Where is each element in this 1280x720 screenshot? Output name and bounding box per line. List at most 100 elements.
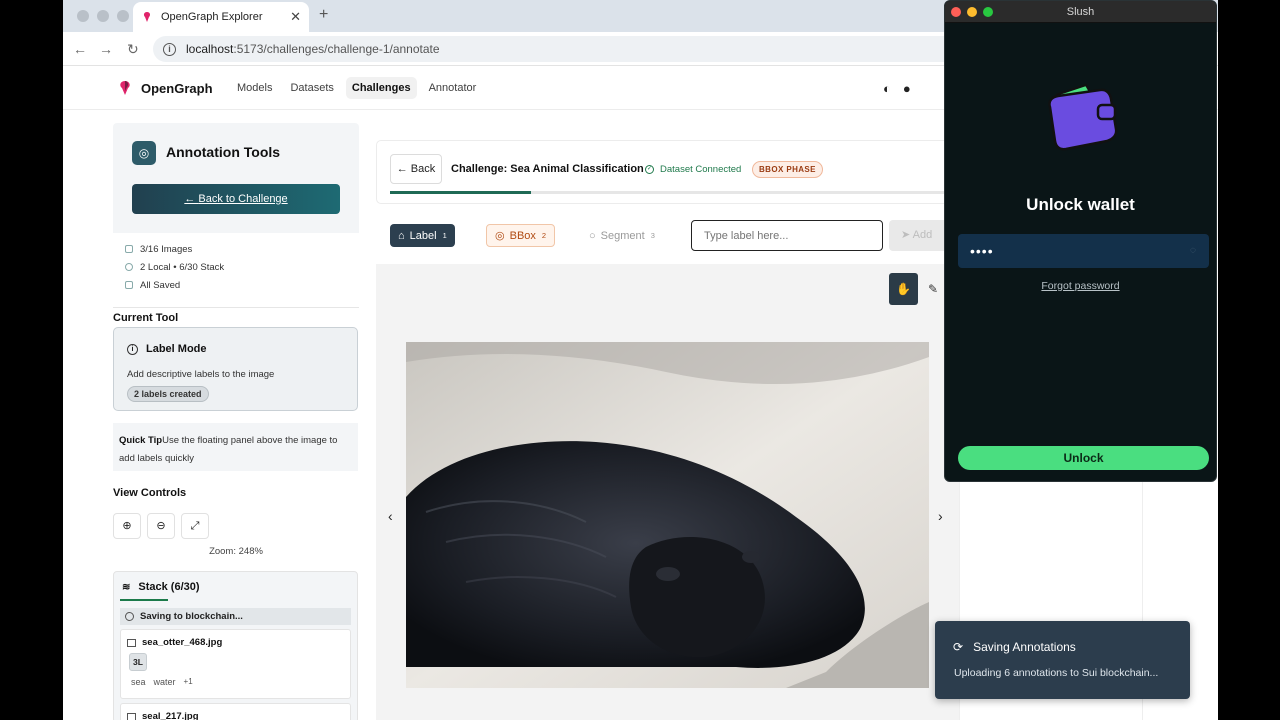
forward-arrow-icon[interactable]: → — [99, 41, 113, 57]
shortcut-number: 3 — [650, 231, 655, 240]
fit-screen-button[interactable]: ⤢ — [181, 513, 209, 539]
main-nav: Models Datasets Challenges Annotator — [231, 77, 488, 99]
back-button[interactable]: ← Back — [390, 154, 442, 184]
stack-title: ≋ Stack (6/30) — [122, 581, 200, 593]
toast-title: ⟳ Saving Annotations — [953, 640, 1076, 654]
layers-icon — [125, 263, 133, 271]
current-tool-heading: Current Tool — [113, 312, 179, 324]
password-field[interactable]: •••• ◌ — [958, 234, 1209, 268]
seal-photo[interactable] — [406, 342, 929, 688]
refresh-icon: ⟳ — [953, 640, 964, 654]
github-icon[interactable]: ● — [903, 81, 911, 96]
mode-title: i Label Mode — [127, 343, 207, 355]
stat-images-text: 3/16 Images — [140, 243, 193, 255]
toast-title-text: Saving Annotations — [973, 640, 1076, 654]
saving-toast: ⟳ Saving Annotations Uploading 6 annotati… — [935, 621, 1190, 699]
bbox-mode-button[interactable]: ◎ BBox 2 — [486, 224, 556, 247]
zoom-out-button[interactable]: ⊖ — [147, 513, 175, 539]
info-icon: i — [127, 343, 138, 355]
quick-tip: Quick TipUse the floating panel above th… — [113, 423, 358, 471]
label-mode-card: i Label Mode Add descriptive labels to th… — [113, 327, 358, 411]
nav-models[interactable]: Models — [231, 77, 278, 99]
more-tags: +1 — [183, 677, 193, 686]
sidebar-title: Annotation Tools — [166, 144, 281, 160]
stack-item[interactable]: sea_otter_468.jpg 3L sea water +1 — [120, 629, 351, 699]
tag: water — [153, 677, 176, 687]
browser-tab[interactable]: OpenGraph Explorer ✕ — [133, 2, 309, 32]
theme-toggle-icon[interactable]: ◐ — [883, 81, 891, 96]
label-mode-text: Label — [409, 229, 437, 242]
close-window-button[interactable] — [77, 10, 89, 22]
saving-status-text: Saving to blockchain... — [140, 611, 243, 622]
zoom-level: Zoom: 248% — [209, 546, 263, 557]
previous-image-icon[interactable]: ‹ — [388, 508, 393, 524]
challenge-title: Challenge: Sea Animal Classification — [451, 163, 644, 175]
header-actions: ◐ ● — [883, 81, 923, 96]
stat-stack: 2 Local • 6/30 Stack — [113, 258, 359, 276]
view-controls-heading: View Controls — [113, 487, 187, 499]
label-count-badge: 3L — [129, 653, 147, 671]
forgot-password-link[interactable]: Forgot password — [945, 280, 1216, 292]
stack-item[interactable]: seal_217.jpg — [120, 703, 351, 720]
back-to-challenge-label: Back to Challenge — [198, 193, 288, 205]
nav-annotator[interactable]: Annotator — [423, 77, 483, 99]
opengraph-favicon-icon — [143, 12, 151, 22]
back-button-label: Back — [410, 163, 436, 175]
label-input[interactable] — [691, 220, 883, 251]
zoom-in-button[interactable]: ⊕ — [113, 513, 141, 539]
site-info-icon[interactable]: i — [163, 42, 176, 56]
stat-saved: All Saved — [113, 276, 359, 294]
stat-images: 3/16 Images — [113, 240, 359, 258]
mode-description: Add descriptive labels to the image — [127, 369, 275, 380]
stat-stack-text: 2 Local • 6/30 Stack — [140, 261, 225, 273]
dataset-status: ✓ Dataset Connected — [645, 164, 741, 175]
tab-title: OpenGraph Explorer — [161, 11, 263, 23]
tip-label: Quick Tip — [119, 435, 163, 446]
progress-stats: 3/16 Images 2 Local • 6/30 Stack All Sav… — [113, 240, 359, 294]
brand-logo[interactable]: OpenGraph — [118, 80, 213, 96]
nav-challenges[interactable]: Challenges — [345, 77, 417, 99]
brand-name: OpenGraph — [141, 80, 213, 96]
segment-mode-text: Segment — [600, 229, 645, 242]
check-icon: ✓ — [645, 165, 654, 174]
annotation-sidebar: ◎ Annotation Tools ← Back to Challenge 3… — [113, 123, 359, 720]
pan-hand-button[interactable]: ✋ — [889, 273, 918, 305]
back-to-challenge-button[interactable]: ← Back to Challenge — [132, 184, 340, 214]
tag-icon: ⌂ — [398, 229, 405, 242]
divider — [113, 307, 359, 308]
send-icon: ➤ — [901, 229, 913, 241]
labels-created-badge: 2 labels created — [127, 386, 209, 402]
url-host: localhost — [186, 42, 234, 56]
nav-datasets[interactable]: Datasets — [284, 77, 339, 99]
stat-saved-text: All Saved — [140, 279, 181, 291]
minimize-window-button[interactable] — [97, 10, 109, 22]
label-mode-button[interactable]: ⌂ Label 1 — [390, 224, 455, 247]
pencil-button[interactable]: ✎ — [928, 282, 938, 296]
file-name: seal_217.jpg — [127, 711, 199, 720]
wallet-window: Slush Unlock wallet •••• ◌ Forgot passwor… — [944, 0, 1217, 482]
shortcut-number: 1 — [442, 231, 447, 240]
palette-icon: ◎ — [132, 141, 156, 165]
layers-icon: ≋ — [122, 581, 131, 593]
annotation-canvas: ✋ ✎ ‹ › — [376, 264, 996, 720]
annotation-toolbar: ⌂ Label 1 ◎ BBox 2 ○ Segment 3 ➤ Add — [376, 208, 976, 263]
eye-off-icon[interactable]: ◌ — [1190, 234, 1197, 268]
file-name: sea_otter_468.jpg — [127, 637, 222, 648]
wallet-titlebar: Slush — [945, 1, 1216, 23]
unlock-button[interactable]: Unlock — [958, 446, 1209, 470]
reload-icon[interactable]: ↻ — [127, 41, 139, 58]
back-arrow-icon[interactable]: ← — [73, 41, 87, 57]
image-file-icon — [127, 712, 136, 720]
sidebar-header: ◎ Annotation Tools ← Back to Challenge — [113, 123, 359, 233]
screen: OpenGraph Explorer ✕ + ← → ↻ i localhost… — [0, 0, 1280, 720]
next-image-icon[interactable]: › — [938, 508, 943, 524]
challenge-progress-fill — [390, 191, 532, 194]
zoom-controls: ⊕ ⊖ ⤢ — [113, 513, 215, 539]
zoom-window-button[interactable] — [117, 10, 129, 22]
close-tab-icon[interactable]: ✕ — [290, 9, 301, 25]
bbox-mode-text: BBox — [509, 229, 536, 242]
segment-mode-button[interactable]: ○ Segment 3 — [581, 224, 663, 247]
shortcut-number: 2 — [541, 231, 547, 240]
challenge-header: ← Back Challenge: Sea Animal Classificat… — [376, 140, 976, 204]
new-tab-icon[interactable]: + — [319, 6, 328, 24]
